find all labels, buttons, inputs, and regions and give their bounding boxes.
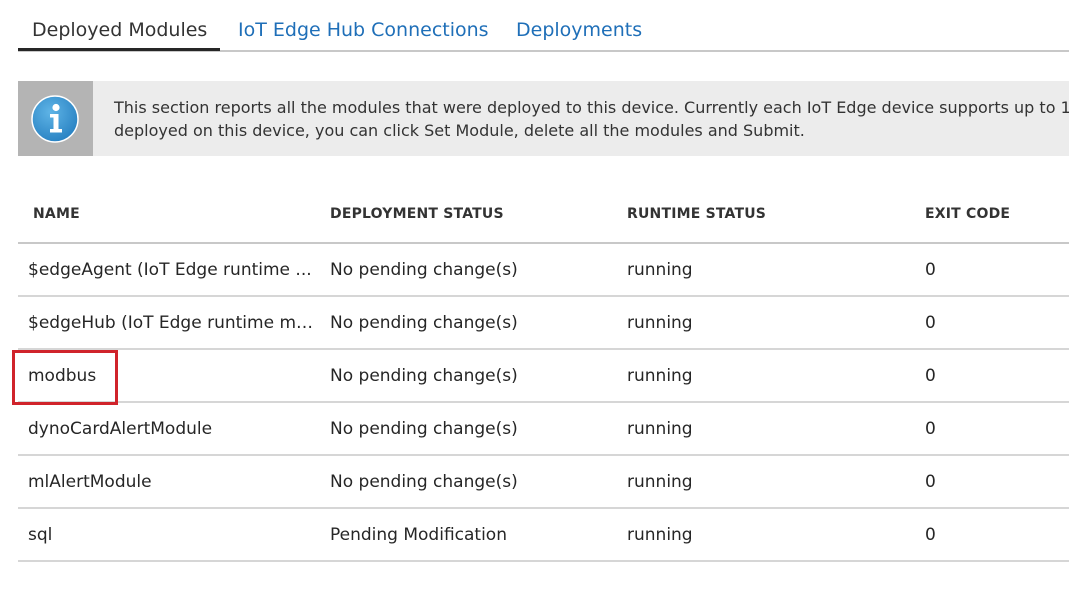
exit-code-cell: 0 (925, 525, 936, 545)
tab-deployments[interactable]: Deployments (516, 17, 642, 43)
runtime-status-cell: running (627, 313, 693, 333)
deployment-status-cell: No pending change(s) (330, 419, 518, 439)
deployment-status-cell: No pending change(s) (330, 313, 518, 333)
modules-table: NAME DEPLOYMENT STATUS RUNTIME STATUS EX… (18, 186, 1069, 562)
deployment-status-cell: No pending change(s) (330, 366, 518, 386)
runtime-status-cell: running (627, 472, 693, 492)
exit-code-cell: 0 (925, 366, 936, 386)
module-name-cell[interactable]: dynoCardAlertModule (28, 418, 313, 440)
deployment-status-cell: Pending Modification (330, 525, 507, 545)
runtime-status-cell: running (627, 419, 693, 439)
info-message-line-1: This section reports all the modules tha… (114, 98, 1069, 117)
exit-code-cell: 0 (925, 260, 936, 280)
deployment-status-cell: No pending change(s) (330, 260, 518, 280)
column-header-runtime-status[interactable]: RUNTIME STATUS (627, 206, 907, 222)
tab-deployed-modules[interactable]: Deployed Modules (32, 17, 207, 43)
column-header-name[interactable]: NAME (33, 206, 318, 222)
deployment-status-cell: No pending change(s) (330, 472, 518, 492)
runtime-status-cell: running (627, 525, 693, 545)
module-name-cell[interactable]: $edgeHub (IoT Edge runtime mo... (28, 312, 313, 334)
table-row[interactable]: $edgeAgent (IoT Edge runtime ... No pend… (18, 244, 1069, 297)
module-name-cell[interactable]: mlAlertModule (28, 471, 313, 493)
info-message-line-2: deployed on this device, you can click S… (114, 121, 805, 140)
info-message: This section reports all the modules tha… (114, 96, 1069, 142)
info-banner: This section reports all the modules tha… (18, 81, 1069, 156)
runtime-status-cell: running (627, 260, 693, 280)
table-row[interactable]: sql Pending Modification running 0 (18, 509, 1069, 562)
table-row[interactable]: $edgeHub (IoT Edge runtime mo... No pend… (18, 297, 1069, 350)
column-header-deployment-status[interactable]: DEPLOYMENT STATUS (330, 206, 610, 222)
column-header-exit-code[interactable]: EXIT CODE (925, 206, 1045, 222)
info-icon-container (18, 81, 93, 156)
exit-code-cell: 0 (925, 419, 936, 439)
table-header: NAME DEPLOYMENT STATUS RUNTIME STATUS EX… (18, 186, 1069, 244)
info-icon (31, 95, 79, 143)
module-name-cell[interactable]: sql (28, 524, 313, 546)
table-row[interactable]: dynoCardAlertModule No pending change(s)… (18, 403, 1069, 456)
table-row[interactable]: modbus No pending change(s) running 0 (18, 350, 1069, 403)
exit-code-cell: 0 (925, 472, 936, 492)
deployed-modules-page: Deployed Modules IoT Edge Hub Connection… (0, 0, 1069, 591)
table-row[interactable]: mlAlertModule No pending change(s) runni… (18, 456, 1069, 509)
module-name-cell[interactable]: $edgeAgent (IoT Edge runtime ... (28, 259, 313, 281)
exit-code-cell: 0 (925, 313, 936, 333)
active-tab-indicator (18, 48, 220, 51)
tab-bar: Deployed Modules IoT Edge Hub Connection… (18, 0, 1069, 52)
tab-iot-edge-hub-connections[interactable]: IoT Edge Hub Connections (238, 17, 489, 43)
module-name-cell[interactable]: modbus (28, 365, 313, 387)
runtime-status-cell: running (627, 366, 693, 386)
